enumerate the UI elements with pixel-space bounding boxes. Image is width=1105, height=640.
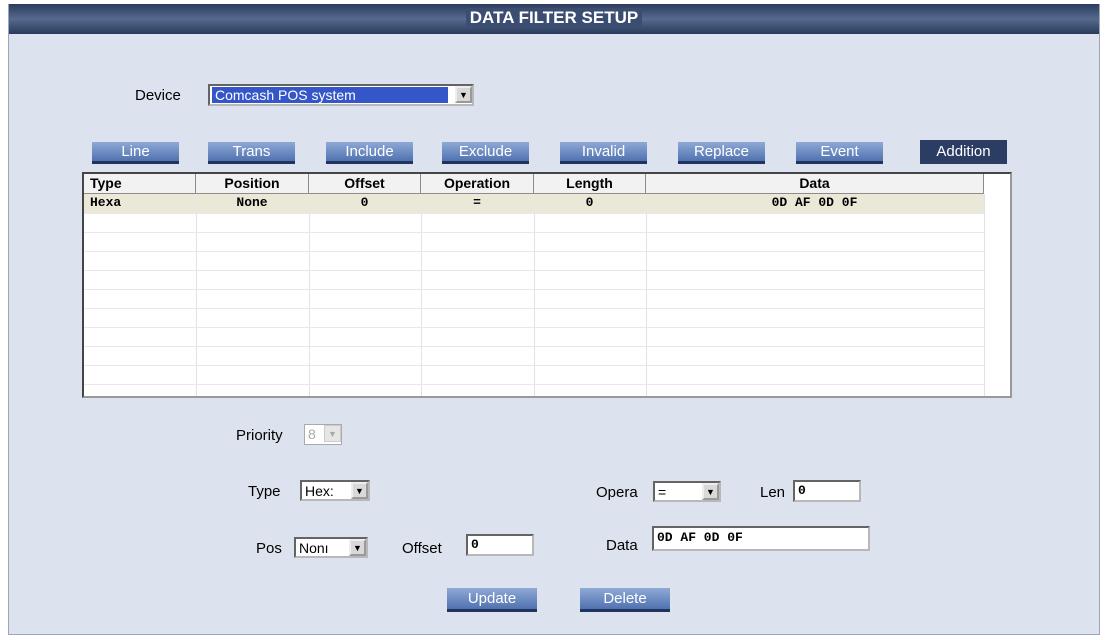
filter-table[interactable]: Type Position Offset Operation Length Da… xyxy=(82,172,1012,398)
chevron-down-icon[interactable]: ▼ xyxy=(349,539,366,556)
trans-button[interactable]: Trans xyxy=(208,142,295,164)
exclude-button[interactable]: Exclude xyxy=(442,142,529,164)
chevron-down-icon[interactable]: ▼ xyxy=(455,86,472,103)
replace-button[interactable]: Replace xyxy=(678,142,765,164)
window-title: DATA FILTER SETUP xyxy=(465,8,643,27)
cell-data: 0D AF 0D 0F xyxy=(646,194,984,213)
chevron-down-icon: ▼ xyxy=(324,425,341,442)
column-header-offset[interactable]: Offset xyxy=(309,174,421,194)
device-select-value: Comcash POS system xyxy=(212,87,448,103)
chevron-down-icon[interactable]: ▼ xyxy=(702,483,719,500)
pos-select[interactable]: Nonı ▼ xyxy=(294,537,368,558)
column-header-operation[interactable]: Operation xyxy=(421,174,534,194)
cell-length: 0 xyxy=(534,194,646,213)
table-header: Type Position Offset Operation Length Da… xyxy=(84,174,1010,194)
priority-value: 8 xyxy=(308,426,316,442)
cell-operation: = xyxy=(421,194,534,213)
len-input[interactable]: 0 xyxy=(793,480,861,502)
event-button[interactable]: Event xyxy=(796,142,883,164)
include-button[interactable]: Include xyxy=(326,142,413,164)
column-header-length[interactable]: Length xyxy=(534,174,646,194)
opera-value: = xyxy=(658,484,667,500)
priority-select: 8 ▼ xyxy=(304,424,342,445)
column-header-type[interactable]: Type xyxy=(84,174,196,194)
chevron-down-icon[interactable]: ▼ xyxy=(351,482,368,499)
opera-select[interactable]: = ▼ xyxy=(653,481,721,502)
offset-input[interactable]: 0 xyxy=(466,534,534,556)
priority-label: Priority xyxy=(236,427,283,444)
update-button[interactable]: Update xyxy=(447,588,537,612)
addition-button[interactable]: Addition xyxy=(920,140,1007,164)
len-label: Len xyxy=(760,484,786,501)
cell-offset: 0 xyxy=(309,194,421,213)
opera-label: Opera xyxy=(596,484,638,501)
cell-type: Hexa xyxy=(84,194,196,213)
device-select[interactable]: Comcash POS system ▼ xyxy=(208,84,474,106)
column-header-data[interactable]: Data xyxy=(646,174,984,194)
cell-position: None xyxy=(196,194,309,213)
column-header-position[interactable]: Position xyxy=(196,174,309,194)
type-select[interactable]: Hex: ▼ xyxy=(300,480,370,501)
pos-value: Nonı xyxy=(299,540,329,556)
data-label: Data xyxy=(606,537,638,554)
device-label: Device xyxy=(135,87,181,104)
pos-label: Pos xyxy=(256,540,282,557)
delete-button[interactable]: Delete xyxy=(580,588,670,612)
line-button[interactable]: Line xyxy=(92,142,179,164)
table-row[interactable]: Hexa None 0 = 0 0D AF 0D 0F xyxy=(84,194,984,213)
invalid-button[interactable]: Invalid xyxy=(560,142,647,164)
type-value: Hex: xyxy=(305,483,334,499)
type-label: Type xyxy=(248,483,281,500)
data-input[interactable]: 0D AF 0D 0F xyxy=(652,526,870,551)
title-bar: DATA FILTER SETUP xyxy=(9,4,1099,34)
offset-label: Offset xyxy=(402,540,442,557)
